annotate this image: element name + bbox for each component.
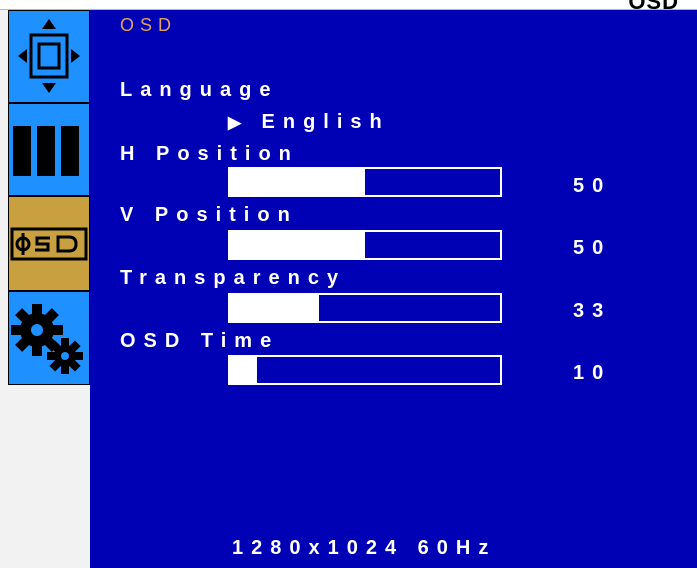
selection-arrow-icon: ▶ [228,113,242,132]
v-position-label: V Position [120,204,298,226]
color-bars-icon [13,126,79,176]
slider-fill [230,357,257,383]
v-position-value: 50 [573,237,612,259]
menu-title: OSD [120,15,178,35]
osd-icon [10,227,88,261]
tab-osd[interactable] [8,196,90,291]
slider-fill [230,169,365,195]
v-position-slider[interactable] [228,230,502,260]
language-label[interactable]: Language [120,79,278,102]
language-option[interactable]: ▶ English [228,111,390,134]
osd-time-value: 10 [573,362,612,384]
h-position-value: 50 [573,175,612,197]
osd-time-slider[interactable] [228,355,502,385]
slider-fill [230,295,320,321]
top-divider: OSD [0,0,697,14]
gears-icon [11,304,83,374]
osd-time-label: OSD Time [120,330,280,352]
osd-menu-panel: OSD Language ▶ English H Position 50 V P… [90,10,697,568]
language-value: English [261,111,390,133]
transparency-value: 33 [573,300,612,322]
resolution-status: 1280x1024 60Hz [232,537,497,559]
transparency-slider[interactable] [228,293,502,323]
position-icon [18,19,80,93]
tab-color[interactable] [8,103,90,196]
transparency-label: Transparency [120,267,347,289]
tab-settings[interactable] [8,291,90,385]
h-position-slider[interactable] [228,167,502,197]
tab-image-position[interactable] [8,10,90,103]
h-position-label: H Position [120,143,299,165]
slider-fill [230,232,365,258]
